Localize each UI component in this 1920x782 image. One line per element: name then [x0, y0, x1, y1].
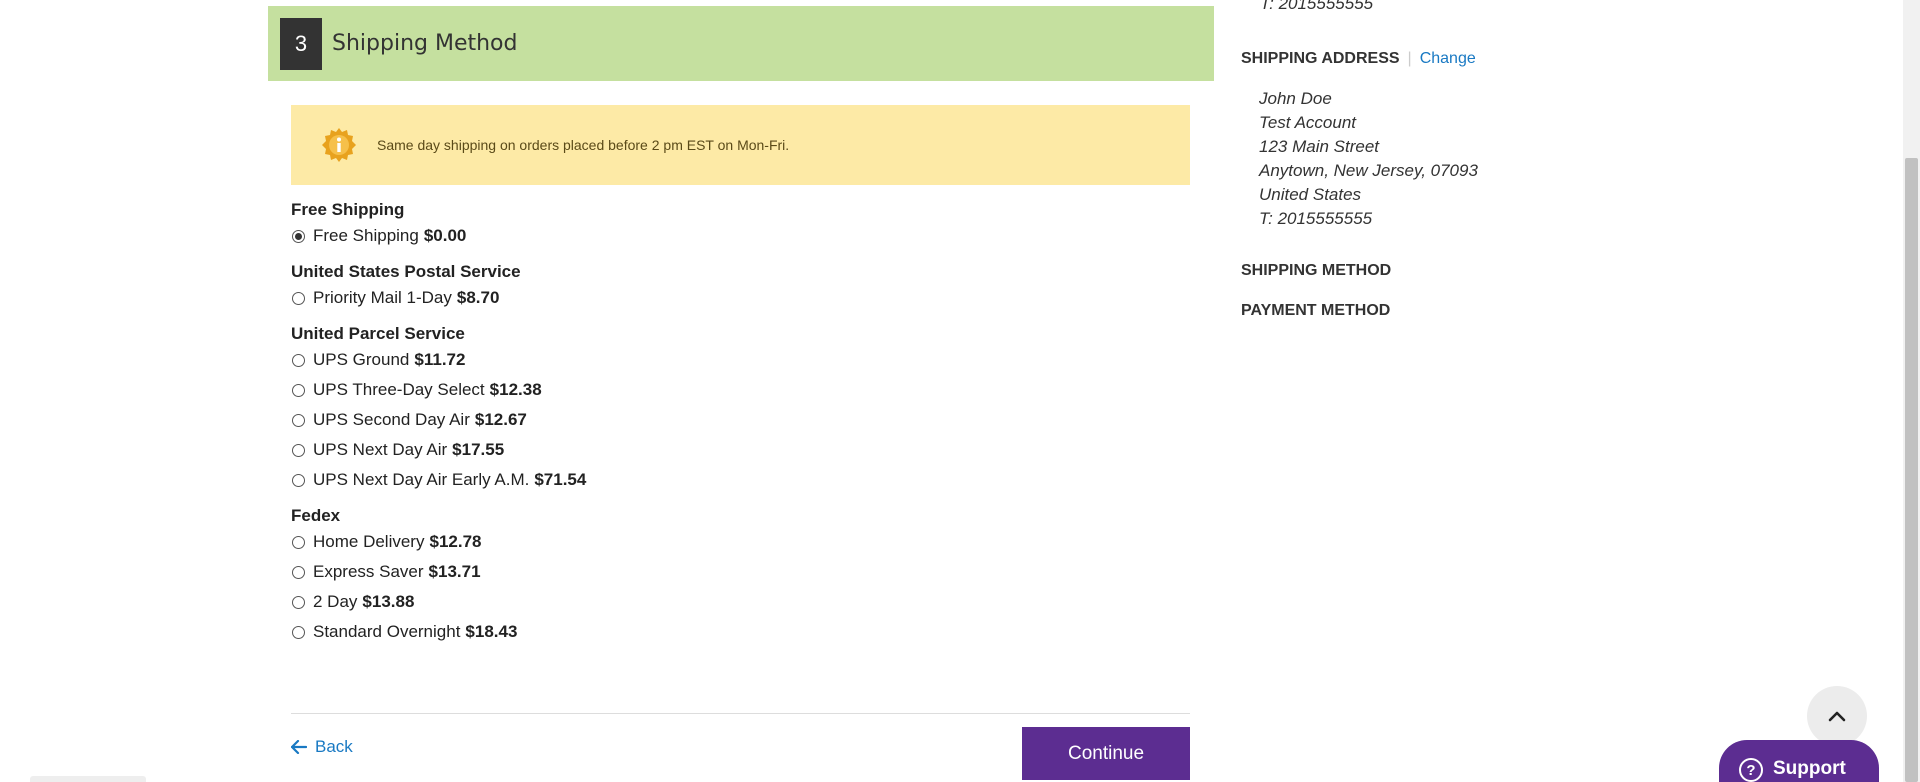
address-line: 123 Main Street	[1259, 137, 1380, 156]
billing-phone: T: 2015555555	[1260, 0, 1374, 13]
step-number: 3	[280, 17, 322, 70]
step-header: 3 Shipping Method	[268, 6, 1214, 81]
carrier-title: United Parcel Service	[291, 324, 465, 343]
radio-button[interactable]	[292, 535, 305, 549]
shipping-option[interactable]: Express Saver $13.71	[291, 557, 1190, 587]
bottom-widget-edge	[30, 776, 146, 782]
shipping-notice: Same day shipping on orders placed befor…	[291, 105, 1190, 185]
address-line: T: 2015555555	[1259, 209, 1373, 228]
option-label: Priority Mail 1-Day	[313, 288, 452, 307]
radio-button[interactable]	[292, 565, 305, 579]
option-label: Home Delivery	[313, 532, 425, 551]
shipping-option[interactable]: UPS Next Day Air Early A.M. $71.54	[291, 465, 1190, 495]
question-mark-icon: ?	[1739, 758, 1763, 782]
carrier-group-usps: United States Postal Service Priority Ma…	[291, 261, 1190, 313]
shipping-address: John Doe Test Account 123 Main Street An…	[1259, 87, 1478, 231]
shipping-option[interactable]: UPS Next Day Air $17.55	[291, 435, 1190, 465]
notice-text: Same day shipping on orders placed befor…	[377, 137, 790, 153]
option-label: 2 Day	[313, 592, 358, 611]
radio-button[interactable]	[292, 473, 305, 487]
shipping-option[interactable]: Home Delivery $12.78	[291, 527, 1190, 557]
option-label: UPS Ground	[313, 350, 410, 369]
radio-button[interactable]	[292, 625, 305, 639]
address-line: John Doe	[1259, 89, 1332, 108]
actions-divider	[291, 713, 1190, 714]
carrier-title: Free Shipping	[291, 200, 405, 219]
continue-button[interactable]: Continue	[1022, 727, 1190, 780]
option-price: $12.78	[429, 532, 482, 551]
shipping-option[interactable]: UPS Ground $11.72	[291, 345, 1190, 375]
address-line: United States	[1259, 185, 1362, 204]
option-label: UPS Three-Day Select	[313, 380, 485, 399]
shipping-address-title: SHIPPING ADDRESS	[1241, 50, 1400, 67]
option-price: $18.43	[465, 622, 518, 641]
heading-separator: |	[1407, 50, 1412, 67]
support-button[interactable]: ? Support	[1719, 740, 1879, 782]
option-price: $12.38	[489, 380, 542, 399]
scroll-to-top-button[interactable]	[1807, 686, 1867, 746]
shipping-option[interactable]: Standard Overnight $18.43	[291, 617, 1190, 647]
option-price: $11.72	[414, 350, 466, 369]
option-label: UPS Next Day Air Early A.M.	[313, 470, 530, 489]
support-label: Support	[1773, 758, 1846, 779]
address-line: Test Account	[1259, 113, 1357, 132]
shipping-option[interactable]: Free Shipping $0.00	[291, 221, 1190, 251]
back-link[interactable]: Back	[291, 737, 353, 757]
radio-button[interactable]	[292, 443, 305, 457]
option-price: $8.70	[456, 288, 500, 307]
option-price: $13.71	[428, 562, 481, 581]
shipping-option[interactable]: UPS Three-Day Select $12.38	[291, 375, 1190, 405]
change-address-link[interactable]: Change	[1420, 50, 1476, 67]
shipping-option[interactable]: 2 Day $13.88	[291, 587, 1190, 617]
carrier-title: Fedex	[291, 506, 341, 525]
shipping-methods-list: Free Shipping Free Shipping $0.00 United…	[291, 199, 1190, 657]
radio-button[interactable]	[292, 291, 305, 305]
radio-button[interactable]	[292, 353, 305, 367]
shipping-method-heading: SHIPPING METHOD	[1241, 262, 1392, 279]
option-label: Express Saver	[313, 562, 424, 581]
back-label: Back	[315, 737, 353, 756]
shipping-option[interactable]: UPS Second Day Air $12.67	[291, 405, 1190, 435]
option-label: Standard Overnight	[313, 622, 461, 641]
option-price: $12.67	[474, 410, 527, 429]
option-label: UPS Next Day Air	[313, 440, 448, 459]
radio-button[interactable]	[292, 595, 305, 609]
info-badge-icon	[322, 128, 356, 162]
step-title: Shipping Method	[332, 31, 518, 56]
payment-method-heading: PAYMENT METHOD	[1241, 302, 1391, 319]
option-label: UPS Second Day Air	[313, 410, 470, 429]
carrier-group-fedex: Fedex Home Delivery $12.78 Express Saver…	[291, 505, 1190, 647]
carrier-group-ups: United Parcel Service UPS Ground $11.72 …	[291, 323, 1190, 495]
arrow-left-icon	[291, 740, 307, 754]
option-label: Free Shipping	[313, 226, 419, 245]
radio-button[interactable]	[292, 383, 305, 397]
address-line: Anytown, New Jersey, 07093	[1259, 161, 1478, 180]
scrollbar-thumb[interactable]	[1905, 158, 1918, 782]
shipping-address-heading: SHIPPING ADDRESS | Change	[1241, 50, 1476, 68]
carrier-title: United States Postal Service	[291, 262, 521, 281]
option-price: $71.54	[534, 470, 587, 489]
radio-button[interactable]	[292, 229, 305, 243]
option-price: $13.88	[362, 592, 415, 611]
carrier-group-free: Free Shipping Free Shipping $0.00	[291, 199, 1190, 251]
chevron-up-icon	[1828, 711, 1846, 722]
option-price: $17.55	[452, 440, 505, 459]
radio-button[interactable]	[292, 413, 305, 427]
option-price: $0.00	[423, 226, 467, 245]
shipping-option[interactable]: Priority Mail 1-Day $8.70	[291, 283, 1190, 313]
